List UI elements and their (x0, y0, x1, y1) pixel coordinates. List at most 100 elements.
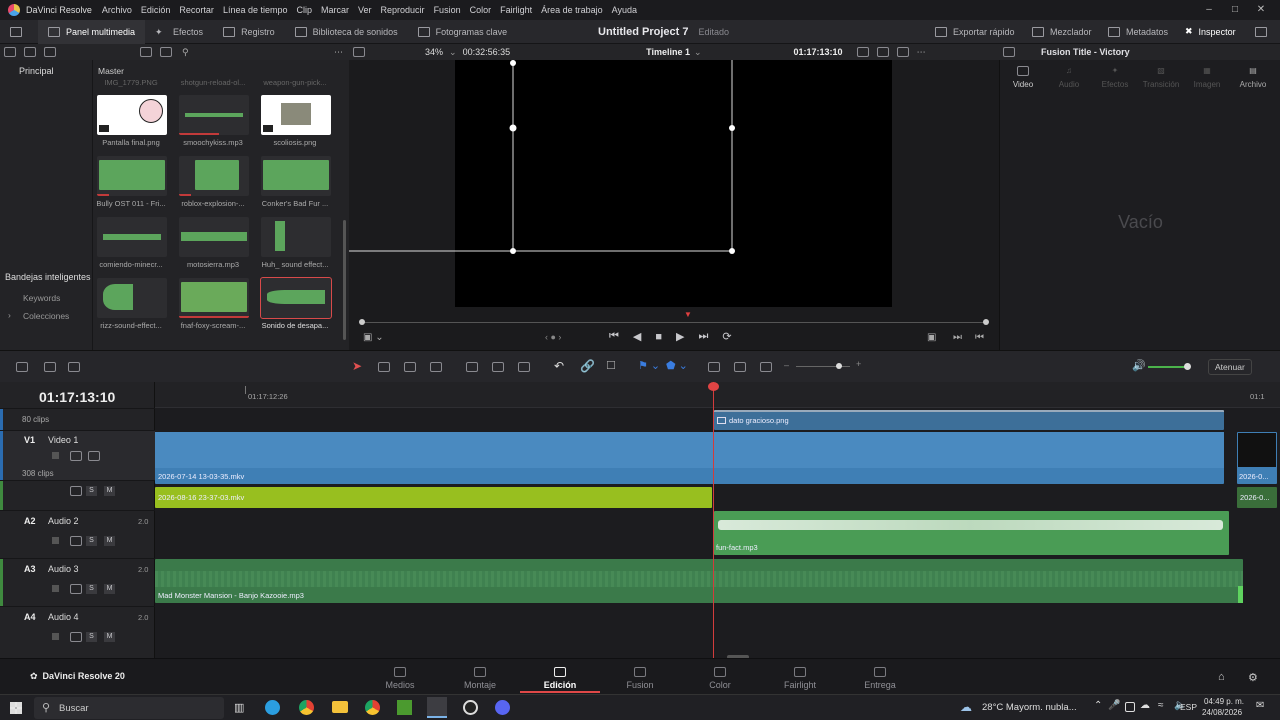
smart-bin-icon[interactable] (44, 47, 56, 57)
track-lock-icon[interactable] (52, 633, 59, 640)
skip-start-icon[interactable]: ⏮ (609, 330, 619, 343)
discord-icon[interactable] (495, 700, 510, 715)
viewer-options-icon[interactable] (856, 47, 869, 57)
media-item-rizz-sound[interactable] (97, 278, 167, 318)
menu-clip[interactable]: Clip (296, 5, 312, 15)
viewer-layout-icon[interactable] (353, 47, 365, 57)
clip-v1-main[interactable]: 2026-07-14 13-03-35.mkv (155, 432, 1224, 484)
viewer-playhead-icon[interactable]: ▼ (684, 310, 692, 319)
mute-button[interactable]: M (104, 584, 115, 594)
page-edicion[interactable]: Edición (520, 663, 600, 693)
minecraft-icon[interactable] (397, 700, 412, 715)
menu-linea-de-tiempo[interactable]: Línea de tiempo (223, 5, 288, 15)
clip-v1-tail[interactable]: 2026-0... (1237, 432, 1277, 484)
media-item-bully-ost[interactable] (97, 156, 167, 196)
page-entrega[interactable]: Entrega (840, 667, 920, 690)
clip-a1-main[interactable]: 2026-08-16 23-37-03.mkv (155, 487, 712, 508)
obs-icon[interactable] (463, 700, 478, 715)
metadatos-button[interactable]: Metadatos (1098, 20, 1178, 44)
tab-audio[interactable]: ♫ Audio (1046, 66, 1092, 89)
collapse-panel-button[interactable] (1245, 20, 1280, 44)
track-name[interactable]: Audio 3 (48, 564, 79, 574)
blade-tool-icon[interactable] (430, 362, 442, 372)
edge-icon[interactable] (265, 700, 280, 715)
loop-icon[interactable]: ⟳ (722, 330, 731, 343)
reverse-icon[interactable]: ◀ (633, 330, 641, 343)
insert-clip-icon[interactable] (466, 362, 478, 372)
zoom-in-icon[interactable]: + (856, 359, 861, 369)
match-frame-icon[interactable]: ▣ (927, 332, 936, 343)
tab-efectos[interactable]: ✦ Efectos (1092, 66, 1138, 89)
track-lock-icon[interactable] (52, 537, 59, 544)
page-montaje[interactable]: Montaje (440, 667, 520, 690)
mute-button[interactable]: M (104, 632, 115, 642)
menu-marcar[interactable]: Marcar (321, 5, 349, 15)
panel-multimedia-button[interactable]: Panel multimedia (38, 19, 146, 44)
zoom-full-icon[interactable] (708, 362, 720, 372)
clip-fun-fact[interactable]: fun-fact.mp3 (714, 511, 1229, 555)
page-color[interactable]: Color (680, 667, 760, 690)
media-pool-scrollbar[interactable] (343, 220, 346, 340)
prev-edit-icon[interactable]: ⏮ (975, 332, 984, 343)
minimize-icon[interactable]: – (1196, 0, 1222, 20)
media-item-pantalla-final[interactable] (97, 95, 167, 135)
mute-button[interactable]: M (104, 536, 115, 546)
efectos-button[interactable]: ✦ Efectos (145, 20, 213, 44)
zoom-custom-icon[interactable] (760, 362, 772, 372)
menu-ayuda[interactable]: Ayuda (612, 5, 637, 15)
auto-select-icon[interactable] (70, 536, 82, 546)
track-lock-icon[interactable] (52, 452, 59, 459)
tab-video[interactable]: Video (1000, 66, 1046, 89)
bin-colecciones[interactable]: Colecciones (23, 311, 69, 321)
playhead[interactable] (713, 382, 714, 658)
audio-meter-icon[interactable] (68, 362, 80, 372)
track-name[interactable]: Video 1 (48, 435, 78, 445)
solo-button[interactable]: S (86, 632, 97, 642)
tab-transicion[interactable]: ▧ Transición (1138, 66, 1184, 89)
mezclador-button[interactable]: Mezclador (1022, 20, 1102, 44)
auto-select-icon[interactable] (70, 584, 82, 594)
menu-edicion[interactable]: Edición (141, 5, 171, 15)
viewer-more-icon[interactable]: ⋯ (917, 47, 926, 58)
replace-clip-icon[interactable] (518, 362, 530, 372)
toggle-panel-button[interactable] (0, 20, 38, 44)
tab-imagen[interactable]: ▦ Imagen (1184, 66, 1230, 89)
tab-archivo[interactable]: ▤ Archivo (1230, 66, 1276, 89)
notification-icon[interactable]: ✉ (1256, 700, 1264, 711)
maximize-icon[interactable]: □ (1222, 0, 1248, 20)
taskbar-search[interactable]: ⚲ Buscar (34, 697, 224, 719)
media-item-roblox-explosion[interactable] (179, 156, 249, 196)
volume-slider[interactable] (1148, 363, 1191, 370)
mute-button[interactable]: M (104, 486, 115, 496)
playhead-head-icon[interactable] (708, 382, 719, 391)
tray-chevron-icon[interactable]: ⌃ (1094, 700, 1102, 711)
clip-mad-monster-mansion[interactable]: Mad Monster Mansion - Banjo Kazooie.mp3 (155, 559, 1243, 603)
timeline-chevron-icon[interactable]: ⌄ (694, 47, 702, 58)
wifi-icon[interactable]: ≈ (1158, 700, 1164, 711)
auto-select-icon[interactable] (70, 486, 82, 496)
close-icon[interactable]: ✕ (1248, 0, 1274, 20)
clock-date[interactable]: 24/08/2026 (1202, 708, 1242, 717)
more-options-icon[interactable]: ⋯ (334, 47, 343, 58)
menu-area-de-trabajo[interactable]: Área de trabajo (541, 5, 603, 15)
track-lock-icon[interactable] (52, 585, 59, 592)
chrome-icon[interactable] (299, 700, 314, 715)
settings-gear-icon[interactable]: ⚙ (1248, 671, 1258, 684)
bin-principal[interactable]: Principal (19, 66, 54, 76)
layout-icon[interactable] (16, 362, 28, 372)
collections-chevron-icon[interactable]: › (8, 310, 11, 320)
safe-area-icon[interactable] (896, 47, 909, 57)
search-icon[interactable]: ⚲ (182, 47, 189, 58)
next-edit-icon[interactable]: ⏭ (953, 332, 962, 343)
atenuar-button[interactable]: Atenuar (1208, 359, 1252, 375)
nav-arrows-icon[interactable]: ‹ ● › (545, 332, 561, 342)
clip-end-handle[interactable] (1238, 586, 1243, 603)
menu-archivo[interactable]: Archivo (102, 5, 132, 15)
stop-icon[interactable]: ■ (655, 331, 662, 343)
clip-view-icon[interactable] (140, 47, 152, 57)
view-toggle-icon[interactable] (4, 47, 16, 57)
zoom-detail-icon[interactable] (734, 362, 746, 372)
viewer-toggle-icon[interactable] (44, 362, 56, 372)
menu-reproducir[interactable]: Reproducir (381, 5, 425, 15)
timeline-tracks[interactable]: 01:17:12:26 01:1 dato gracioso.png 2026-… (155, 382, 1280, 659)
